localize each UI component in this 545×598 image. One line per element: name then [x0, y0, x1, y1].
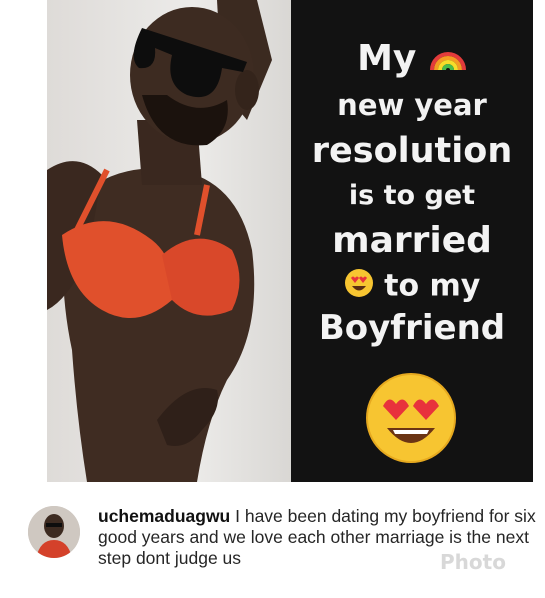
caption-line-my: My: [291, 38, 533, 81]
caption-panel: My new year resolution is to get married: [291, 0, 533, 482]
caption-line-to-my: to my: [291, 268, 533, 306]
caption-line-resolution: resolution: [311, 131, 513, 171]
photo-watermark: Photo: [440, 550, 506, 574]
post-image[interactable]: My new year resolution is to get married: [47, 0, 533, 482]
rainbow-icon: [429, 40, 467, 81]
comment-username[interactable]: uchemaduagwu: [98, 506, 230, 526]
man-photo-illustration: [47, 0, 272, 482]
comment: uchemaduagwu I have been dating my boyfr…: [0, 482, 545, 598]
heart-eyes-emoji-large-icon: [363, 370, 459, 470]
heart-eyes-emoji-icon: [344, 268, 374, 306]
avatar[interactable]: [28, 506, 80, 558]
caption-line-boyfriend: Boyfriend: [318, 308, 506, 348]
caption-line-new-year: new year: [337, 88, 487, 122]
caption-line-married: married: [332, 220, 492, 261]
man-photo: [47, 0, 291, 482]
caption-line-is-to-get: is to get: [348, 180, 476, 211]
